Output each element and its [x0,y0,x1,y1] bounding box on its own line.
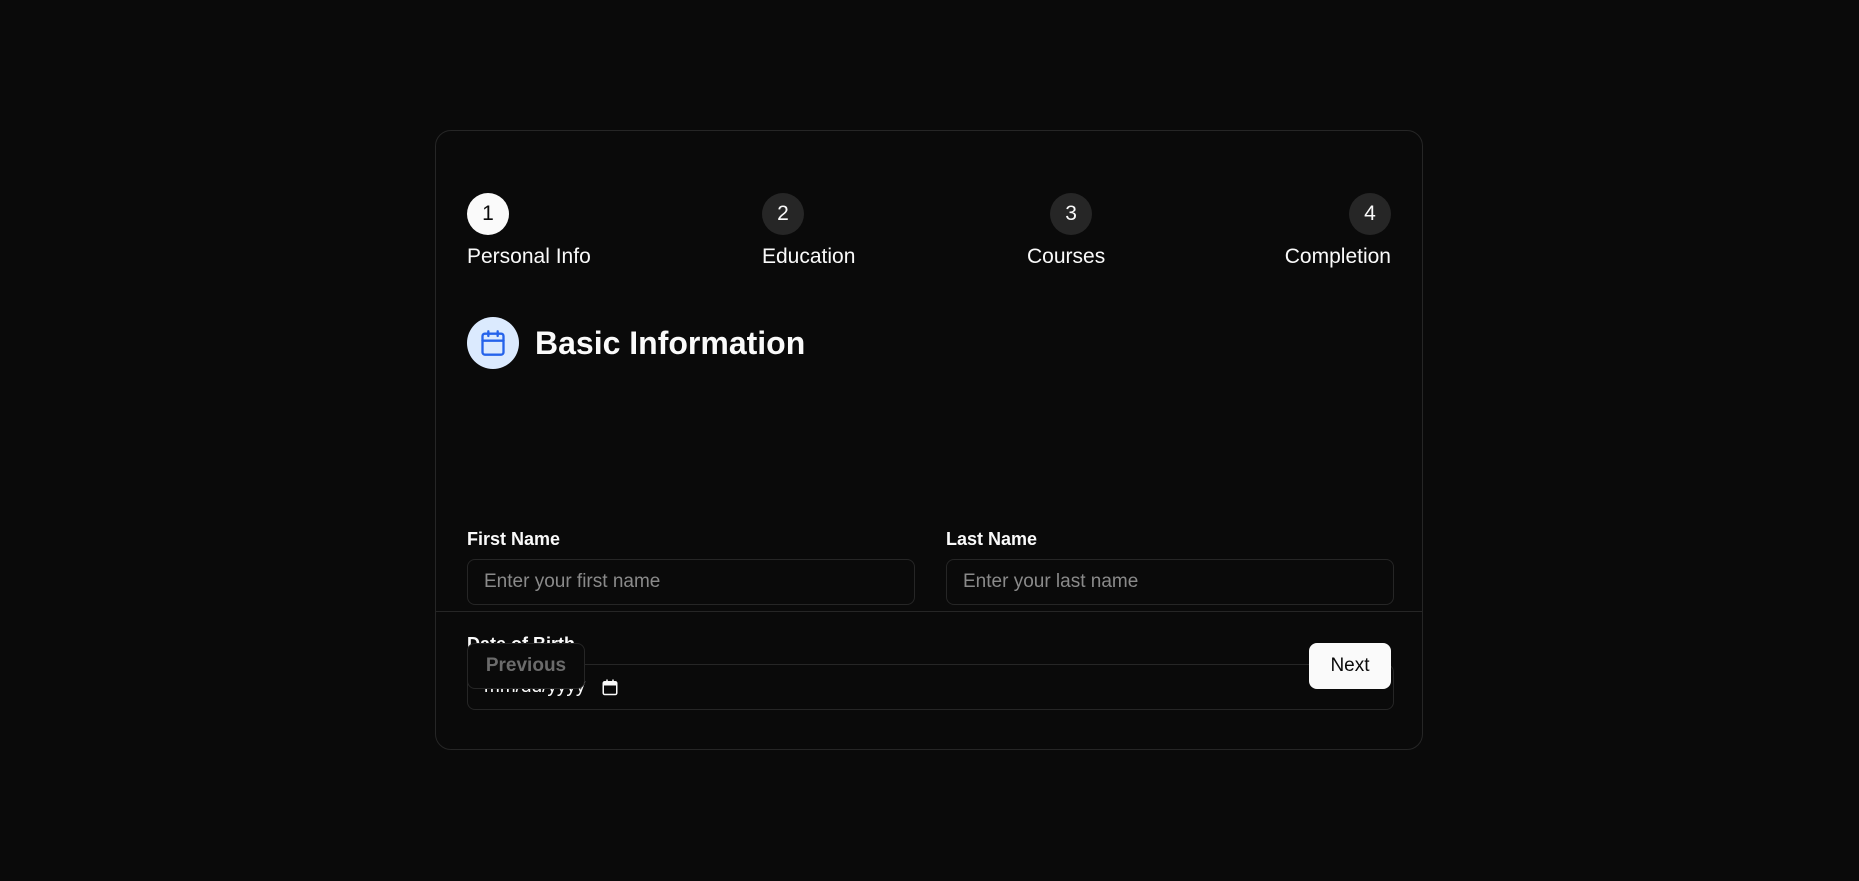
calendar-icon [467,317,519,369]
step-education[interactable]: 2 Education [762,193,855,269]
step-label: Education [762,245,856,268]
step-courses[interactable]: 3 Courses [1027,193,1105,269]
last-name-input[interactable] [946,559,1394,605]
step-personal-info[interactable]: 1 Personal Info [467,193,591,269]
step-completion[interactable]: 4 Completion [1285,193,1391,269]
first-name-label: First Name [467,529,561,549]
section-header: Basic Information [467,317,805,369]
step-number: 4 [1349,193,1391,235]
next-button[interactable]: Next [1309,643,1391,689]
date-of-birth-input[interactable]: mm/dd/yyyy [467,664,1394,710]
footer-divider [436,611,1422,612]
wizard-card: 1 Personal Info 2 Education 3 Courses 4 … [435,130,1423,750]
section-title: Basic Information [535,324,806,361]
wizard-body: 1 Personal Info 2 Education 3 Courses 4 … [467,193,1394,710]
step-label: Personal Info [467,245,591,268]
step-label: Completion [1284,245,1391,268]
stepper: 1 Personal Info 2 Education 3 Courses 4 … [467,193,1391,273]
last-name-label: Last Name [946,529,1038,549]
step-label: Courses [1027,245,1106,268]
step-number: 1 [467,193,509,235]
step-number: 3 [1050,193,1093,235]
previous-button[interactable]: Previous [467,643,585,689]
step-number: 2 [762,193,804,235]
calendar-picker-icon[interactable] [601,678,619,696]
first-name-input[interactable] [467,559,915,605]
